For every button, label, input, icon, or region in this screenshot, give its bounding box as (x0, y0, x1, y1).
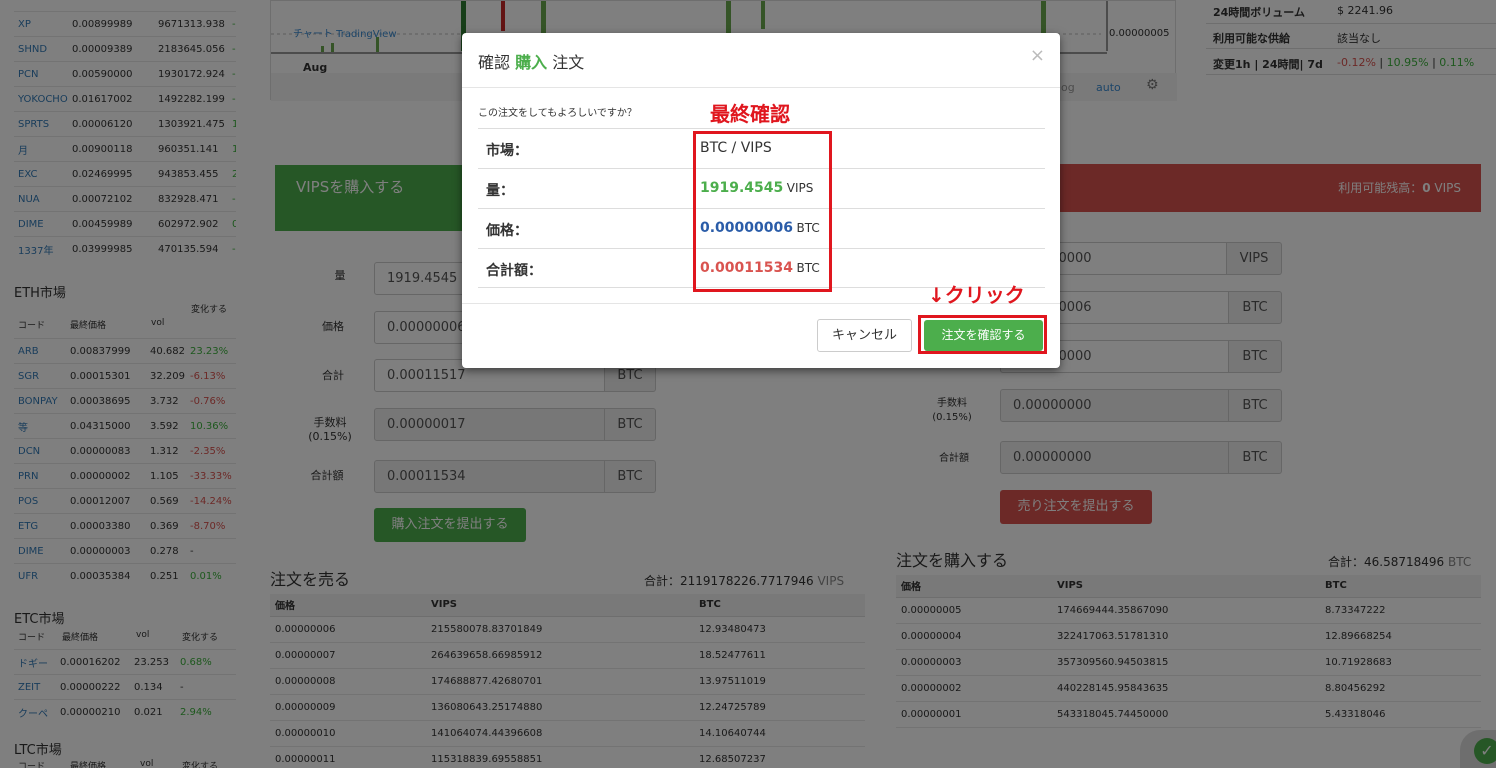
confirm-button-highlight-box (918, 315, 1047, 354)
final-confirm-highlight-box (693, 131, 832, 292)
price-label: 価格： (486, 223, 528, 239)
amount-label: 量： (486, 183, 514, 199)
modal-question: この注文をしてもよろしいですか？ (478, 108, 637, 119)
modal-title: 確認 購入 注文 (478, 53, 585, 72)
cancel-button[interactable]: キャンセル (817, 319, 912, 352)
total-label: 合計額： (486, 263, 542, 279)
modal-close-button[interactable]: × (1030, 45, 1045, 66)
click-annotation: ↓クリック (928, 283, 1025, 307)
final-confirm-annotation: 最終確認 (710, 102, 790, 126)
market-label: 市場： (486, 143, 528, 159)
